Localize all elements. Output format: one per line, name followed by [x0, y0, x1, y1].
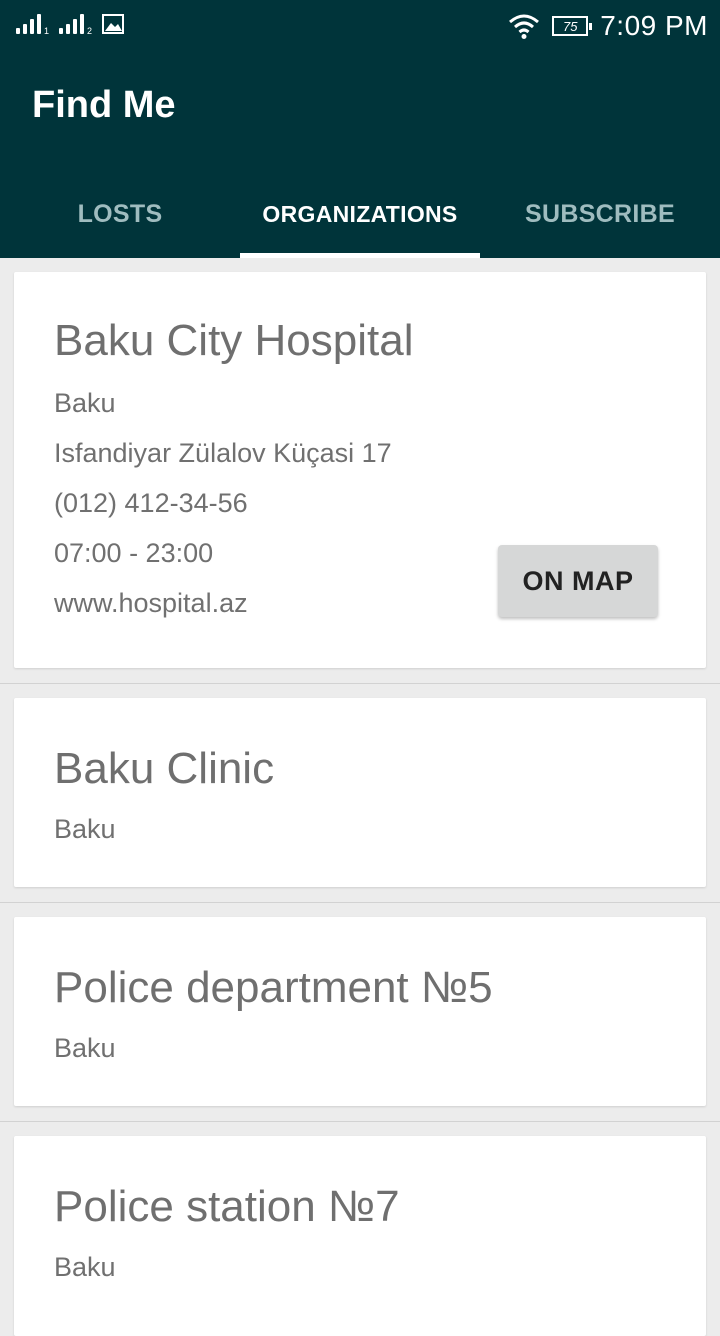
list-item: Baku Clinic Baku — [0, 684, 720, 903]
sim1-label: 1 — [43, 26, 49, 36]
organization-city: Baku — [54, 388, 116, 418]
list-item: Police department №5 Baku — [0, 903, 720, 1122]
organization-card[interactable]: Police department №5 Baku — [14, 917, 706, 1106]
organization-name: Police department №5 — [54, 963, 493, 1012]
battery-level: 75 — [562, 18, 578, 34]
organization-website: www.hospital.az — [54, 588, 248, 618]
tab-bar: LOSTS ORGANIZATIONS SUBSCRIBE — [0, 170, 720, 258]
organization-name: Baku City Hospital — [54, 316, 414, 365]
tab-losts[interactable]: LOSTS — [0, 170, 240, 258]
tab-organizations[interactable]: ORGANIZATIONS — [240, 170, 480, 258]
clock: 7:09 PM — [600, 10, 708, 41]
organization-card[interactable]: Baku City Hospital Baku Isfandiyar Zülal… — [14, 272, 706, 668]
organization-address: Isfandiyar Zülalov Küçasi 17 — [54, 438, 392, 468]
battery-icon: 75 — [552, 16, 593, 36]
image-notification-icon — [102, 14, 124, 34]
organization-city: Baku — [54, 1252, 116, 1282]
organization-name: Police station №7 — [54, 1182, 400, 1231]
organizations-list[interactable]: Baku City Hospital Baku Isfandiyar Zülal… — [0, 258, 720, 1336]
signal-sim1-icon: 1 — [16, 12, 49, 36]
organization-city: Baku — [54, 1033, 116, 1063]
organization-city: Baku — [54, 814, 116, 844]
wifi-icon — [509, 14, 540, 39]
tab-subscribe[interactable]: SUBSCRIBE — [480, 170, 720, 258]
app-title: Find Me — [32, 84, 176, 126]
organization-hours: 07:00 - 23:00 — [54, 538, 214, 568]
app-bar: Find Me LOSTS ORGANIZATIONS SUBSCRIBE — [0, 52, 720, 258]
list-item: Baku City Hospital Baku Isfandiyar Zülal… — [0, 258, 720, 684]
sim2-label: 2 — [86, 26, 92, 36]
status-bar: 1 2 75 7:09 PM — [0, 0, 720, 52]
organization-name: Baku Clinic — [54, 744, 275, 793]
list-item: Police station №7 Baku — [0, 1122, 720, 1336]
organization-card[interactable]: Baku Clinic Baku — [14, 698, 706, 887]
on-map-button[interactable]: ON MAP — [498, 545, 658, 617]
organization-phone: (012) 412-34-56 — [54, 488, 248, 518]
signal-sim2-icon: 2 — [59, 12, 92, 36]
organization-card[interactable]: Police station №7 Baku — [14, 1136, 706, 1336]
